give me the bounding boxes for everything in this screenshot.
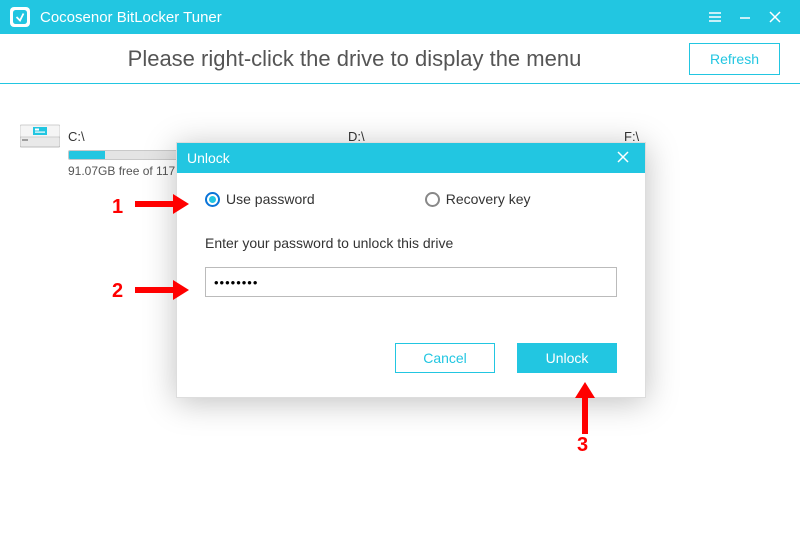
menu-icon[interactable] — [700, 1, 730, 33]
radio-label: Recovery key — [446, 191, 531, 207]
app-logo — [10, 7, 30, 27]
app-title: Cocosenor BitLocker Tuner — [40, 9, 222, 26]
drive-icon — [20, 123, 60, 149]
radio-icon — [205, 192, 220, 207]
instruction-text: Please right-click the drive to display … — [20, 46, 689, 72]
radio-label: Use password — [226, 191, 315, 207]
password-prompt: Enter your password to unlock this drive — [205, 235, 617, 251]
annotation-1: 1 — [112, 196, 123, 219]
annotation-3: 3 — [577, 434, 588, 457]
drive-letter: C:\ — [68, 129, 85, 144]
cancel-button[interactable]: Cancel — [395, 343, 495, 373]
refresh-button[interactable]: Refresh — [689, 43, 780, 75]
annotation-arrow-2 — [133, 278, 189, 302]
instruction-bar: Please right-click the drive to display … — [0, 34, 800, 84]
close-icon[interactable] — [760, 1, 790, 33]
radio-use-password[interactable]: Use password — [205, 191, 315, 207]
password-input[interactable] — [205, 267, 617, 297]
dialog-title: Unlock — [187, 150, 611, 166]
drive-usage-fill — [69, 151, 105, 159]
titlebar: Cocosenor BitLocker Tuner — [0, 0, 800, 34]
radio-recovery-key[interactable]: Recovery key — [425, 191, 531, 207]
unlock-dialog: Unlock Use password Recovery key Enter y… — [176, 142, 646, 398]
dialog-close-icon[interactable] — [611, 150, 635, 166]
annotation-2: 2 — [112, 280, 123, 303]
drive-e[interactable]: F:\ — [624, 124, 780, 148]
dialog-titlebar: Unlock — [177, 143, 645, 173]
radio-icon — [425, 192, 440, 207]
annotation-arrow-1 — [133, 192, 189, 216]
minimize-icon[interactable] — [730, 1, 760, 33]
unlock-button[interactable]: Unlock — [517, 343, 617, 373]
annotation-arrow-3 — [573, 382, 597, 434]
